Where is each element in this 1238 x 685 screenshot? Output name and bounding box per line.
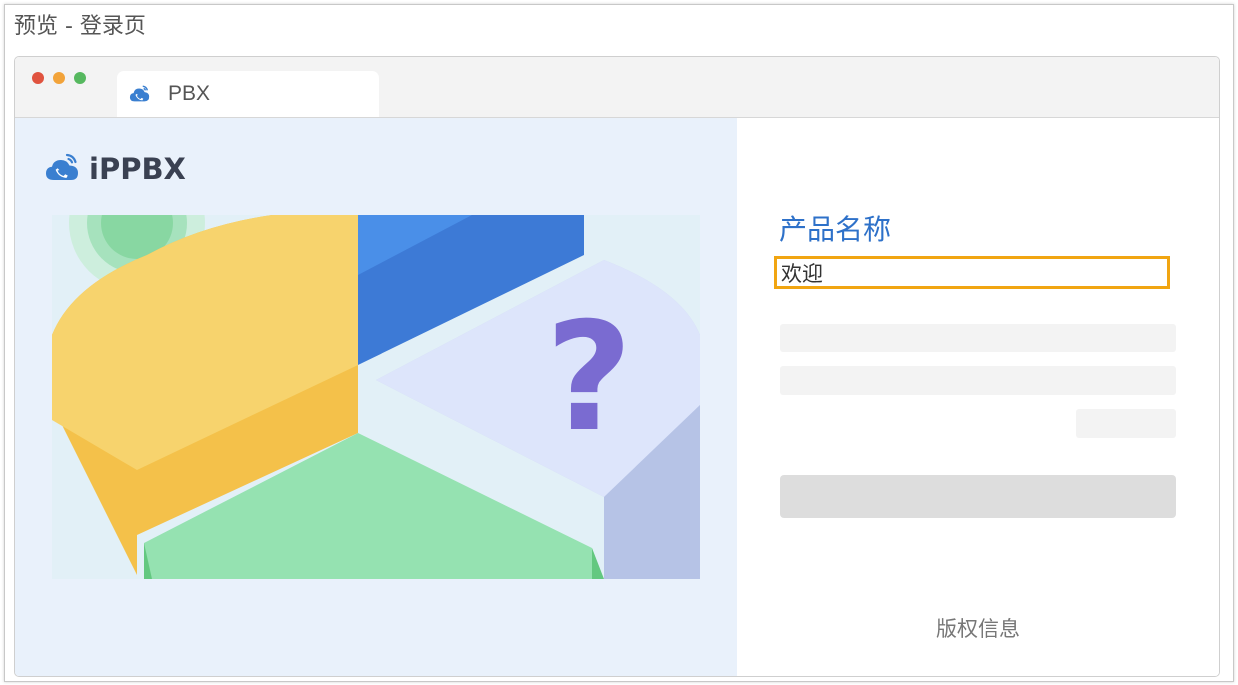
password-input[interactable] (780, 366, 1176, 395)
ippbx-logo: iPPBX (45, 148, 205, 188)
browser-window: PBX iPPBX ? 产品名称 欢迎 版权信息 (14, 56, 1220, 677)
brand-panel: iPPBX ? (15, 118, 737, 676)
welcome-highlight-box: 欢迎 (774, 256, 1170, 289)
pie-chart-illustration: ? (52, 215, 700, 579)
product-name: 产品名称 (779, 213, 892, 246)
minimize-window-button[interactable] (53, 72, 65, 84)
welcome-text: 欢迎 (781, 262, 823, 286)
tab-label: PBX (168, 82, 211, 105)
browser-tab[interactable]: PBX (117, 71, 379, 117)
page-title: 预览 - 登录页 (14, 14, 146, 39)
maximize-window-button[interactable] (74, 72, 86, 84)
browser-titlebar: PBX (15, 57, 1219, 118)
username-input[interactable] (780, 324, 1176, 352)
question-mark-icon: ? (545, 291, 632, 465)
cloud-phone-icon (129, 85, 150, 102)
login-button[interactable] (780, 475, 1176, 518)
login-panel: 产品名称 欢迎 版权信息 (737, 118, 1219, 676)
forgot-password-link[interactable] (1076, 409, 1176, 438)
copyright-text: 版权信息 (936, 617, 1020, 641)
close-window-button[interactable] (32, 72, 44, 84)
logo-text: iPPBX (89, 152, 186, 186)
cloud-phone-icon (46, 153, 78, 180)
